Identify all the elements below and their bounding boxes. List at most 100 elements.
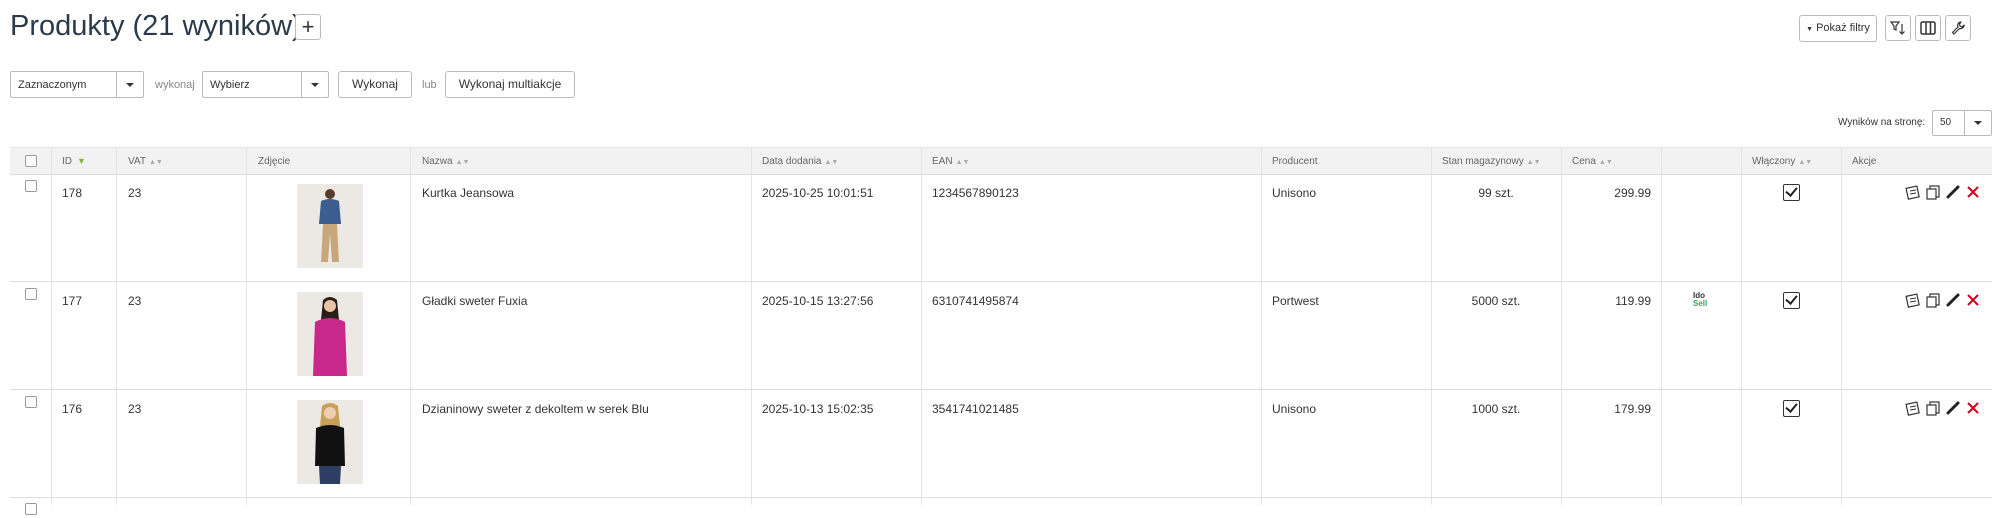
delete-icon[interactable] [1965,184,1981,200]
row-checkbox[interactable] [25,503,37,515]
product-image[interactable] [297,292,363,376]
notes-icon[interactable] [1905,400,1921,416]
enabled-checkbox[interactable] [1783,400,1800,417]
product-image[interactable] [297,184,363,268]
cell-vat: 23 [128,402,142,416]
table-row[interactable] [10,498,1992,518]
per-page-label: Wyników na stronę: [1838,117,1926,128]
col-enabled-header[interactable]: Włączony ▲▼ [1752,156,1812,167]
table-row[interactable]: 177 23 Gładki sweter Fuxia 2025-10-15 13… [10,282,1992,390]
col-stock-header[interactable]: Stan magazynowy ▲▼ [1442,156,1541,167]
delete-icon[interactable] [1965,400,1981,416]
idosell-badge-icon: Ido Sell [1693,292,1713,308]
cell-id: 176 [62,402,83,416]
col-vat-label: VAT [128,156,146,167]
notes-icon[interactable] [1905,184,1921,200]
sort-icon: ▲▼ [1526,159,1541,166]
col-actions-header: Akcje [1852,156,1877,167]
cell-vat: 23 [128,294,142,308]
settings-button[interactable] [1945,15,1971,41]
cell-name[interactable]: Gładki sweter Fuxia [422,294,527,308]
per-page-value: 50 [1940,117,1952,128]
col-name-header[interactable]: Nazwa ▲▼ [422,156,469,167]
sort-filter-button[interactable] [1885,15,1911,41]
filter-sort-icon [1889,21,1905,35]
cell-producer: Portwest [1272,294,1319,308]
sort-icon: ▲▼ [455,159,470,166]
copy-icon[interactable] [1925,400,1941,416]
add-product-button[interactable]: + [295,14,321,40]
row-checkbox[interactable] [25,180,37,192]
columns-button[interactable] [1915,15,1941,41]
idosell-badge-bottom: Sell [1693,299,1708,308]
enabled-checkbox[interactable] [1783,292,1800,309]
col-id-label: ID [62,156,72,167]
scope-select-value: Zaznaczonym [18,79,87,91]
col-ean-label: EAN [932,156,953,167]
cell-ean: 3541741021485 [932,402,1019,416]
table-row[interactable]: 176 23 Dzianinowy sweter z dekoltem w se… [10,390,1992,498]
cell-stock: 99 szt. [1478,186,1514,200]
sort-icon: ▲▼ [1798,159,1813,166]
row-actions [1905,400,1981,416]
cell-date: 2025-10-25 10:01:51 [762,186,874,200]
multiaction-button[interactable]: Wykonaj multiakcje [445,71,575,98]
cell-price: 119.99 [1615,294,1651,308]
col-vat-header[interactable]: VAT ▲▼ [128,156,163,167]
col-producer-header: Producent [1272,156,1318,167]
edit-icon[interactable] [1945,400,1961,416]
scope-select[interactable]: Zaznaczonym [10,71,144,98]
page-title: Produkty (21 wyników) [10,10,302,42]
per-page-select[interactable]: 50 [1932,110,1992,136]
col-date-label: Data dodania [762,156,822,167]
cell-name[interactable]: Kurtka Jeansowa [422,186,514,200]
columns-icon [1920,21,1936,35]
delete-icon[interactable] [1965,292,1981,308]
row-checkbox[interactable] [25,396,37,408]
product-image[interactable] [297,400,363,484]
action-select-value: Wybierz [210,79,250,91]
cell-producer: Unisono [1272,402,1317,416]
execute-label: wykonaj [155,79,195,91]
sort-icon: ▲▼ [955,159,970,166]
copy-icon[interactable] [1925,292,1941,308]
cell-vat: 23 [128,186,142,200]
col-price-label: Cena [1572,156,1596,167]
col-ean-header[interactable]: EAN ▲▼ [932,156,969,167]
action-select[interactable]: Wybierz [202,71,329,98]
show-filters-label: Pokaż filtry [1816,22,1870,34]
cell-price: 299.99 [1614,186,1651,200]
edit-icon[interactable] [1945,184,1961,200]
cell-date: 2025-10-13 15:02:35 [762,402,874,416]
col-enabled-label: Włączony [1752,156,1796,167]
cell-price: 179.99 [1614,402,1651,416]
select-all-checkbox[interactable] [25,155,37,167]
caret-down-icon: ▼ [1806,26,1814,33]
execute-button[interactable]: Wykonaj [338,71,412,98]
edit-icon[interactable] [1945,292,1961,308]
row-actions [1905,184,1981,200]
sort-icon: ▲▼ [148,159,163,166]
chevron-down-icon [116,72,143,97]
col-id-header[interactable]: ID ▼ [62,156,86,167]
sort-icon: ▲▼ [1598,159,1613,166]
show-filters-button[interactable]: ▼ Pokaż filtry [1799,15,1877,42]
cell-stock: 5000 szt. [1471,294,1521,308]
cell-stock: 1000 szt. [1471,402,1521,416]
table-header: ID ▼ VAT ▲▼ Zdjęcie Nazwa ▲▼ Data dodania ▲▼… [10,147,1992,175]
col-date-header[interactable]: Data dodania ▲▼ [762,156,838,167]
chevron-down-icon [301,72,328,97]
table-row[interactable]: 178 23 Kurtka Jeansowa 2025-10-25 10:01:… [10,174,1992,282]
sort-desc-icon: ▼ [77,156,86,166]
row-checkbox[interactable] [25,288,37,300]
col-price-header[interactable]: Cena ▲▼ [1572,156,1613,167]
wrench-icon [1951,21,1965,35]
cell-name[interactable]: Dzianinowy sweter z dekoltem w serek Blu [422,402,649,416]
cell-producer: Unisono [1272,186,1317,200]
copy-icon[interactable] [1925,184,1941,200]
cell-ean: 6310741495874 [932,294,1019,308]
notes-icon[interactable] [1905,292,1921,308]
row-actions [1905,292,1981,308]
col-photo-header: Zdjęcie [258,156,291,167]
enabled-checkbox[interactable] [1783,184,1800,201]
